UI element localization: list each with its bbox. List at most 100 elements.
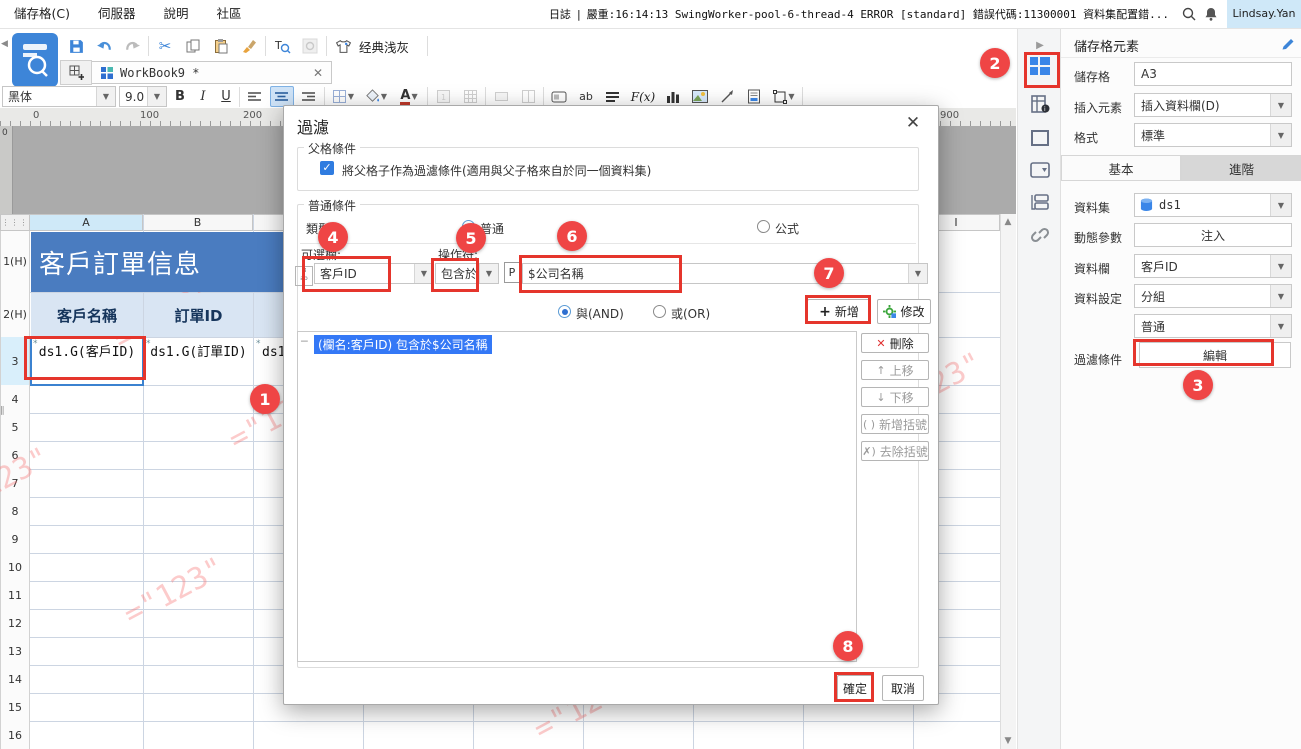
widget-settings-pane-icon[interactable] <box>1027 157 1053 183</box>
logic-and-radio[interactable] <box>558 305 571 318</box>
column-header-a[interactable]: A <box>30 214 143 231</box>
row-header[interactable]: 12 <box>0 609 30 638</box>
annotation-step-4: 4 <box>318 222 348 252</box>
row-header[interactable]: 2(H) <box>0 292 30 338</box>
format-painter-icon[interactable] <box>237 34 261 58</box>
status-log: 日誌 | 嚴重:16:14:13 SwingWorker-pool-6-thre… <box>549 0 1169 28</box>
row-header[interactable]: 4 <box>0 385 30 414</box>
theme-name-label[interactable]: 经典浅灰 <box>359 37 409 56</box>
type-formula-radio[interactable] <box>757 220 770 233</box>
cell-search-icon-disabled <box>298 34 322 58</box>
row-header[interactable]: 13 <box>0 637 30 666</box>
font-size-select[interactable]: 9.0▼ <box>119 86 167 107</box>
menubar-item[interactable]: 說明 <box>150 0 203 28</box>
align-left-button[interactable] <box>243 86 267 107</box>
dataset-select[interactable]: ds1▼ <box>1134 193 1292 217</box>
user-account-chip[interactable]: Lindsay.Yan <box>1227 0 1301 28</box>
cancel-button[interactable]: 取消 <box>882 675 924 701</box>
cell-marker-icon: * <box>256 339 261 349</box>
vertical-scrollbar[interactable] <box>1000 214 1016 749</box>
cell-ref-input[interactable]: A3 <box>1134 62 1292 86</box>
text-search-icon[interactable]: T <box>270 34 294 58</box>
cell-a2-header[interactable]: 客戶名稱 <box>31 293 143 337</box>
ruler-label: 0 <box>33 110 39 121</box>
group-submode-select[interactable]: 普通▼ <box>1134 314 1292 338</box>
tab-close-icon[interactable]: ✕ <box>313 66 323 80</box>
cell-attribute-pane-icon[interactable]: i <box>1027 91 1053 117</box>
notification-bell-icon[interactable] <box>1203 6 1219 22</box>
align-right-button[interactable] <box>297 86 321 107</box>
logic-or-radio[interactable] <box>653 305 666 318</box>
template-search-button[interactable] <box>12 33 58 87</box>
row-header[interactable]: 9 <box>0 525 30 554</box>
save-button[interactable] <box>64 34 88 58</box>
right-dock-strip: ▶ i <box>1017 29 1060 749</box>
edit-pencil-icon[interactable] <box>1281 37 1295 51</box>
row-header[interactable]: 15 <box>0 693 30 722</box>
type-formula-label[interactable]: 公式 <box>775 220 799 237</box>
row-header[interactable]: 5 <box>0 413 30 442</box>
chevron-down-icon: ▼ <box>1270 315 1291 337</box>
paste-icon[interactable] <box>209 34 233 58</box>
scroll-up-icon[interactable]: ▲ <box>1000 214 1016 230</box>
select-all-corner[interactable]: ⋮⋮⋮ <box>0 214 30 231</box>
condition-attributes-pane-icon[interactable] <box>1027 189 1053 215</box>
cell-b2-header[interactable]: 訂單ID <box>144 293 253 337</box>
side-button-label: 下移 <box>890 389 914 406</box>
underline-button[interactable]: U <box>216 89 236 104</box>
insert-element-select[interactable]: 插入資料欄(D)▼ <box>1134 93 1292 117</box>
menubar-item[interactable]: 伺服器 <box>84 0 150 28</box>
scroll-down-icon[interactable]: ▼ <box>1000 733 1016 749</box>
row-header[interactable]: 14 <box>0 665 30 694</box>
parent-filter-checkbox[interactable]: ✓ <box>320 161 334 175</box>
column-header-b[interactable]: B <box>143 214 253 231</box>
tab-basic[interactable]: 基本 <box>1061 155 1181 181</box>
group-mode-value: 分組 <box>1135 288 1270 305</box>
search-icon[interactable] <box>1181 6 1197 22</box>
filter-condition-label: 過濾條件 <box>1074 351 1122 368</box>
row-header[interactable]: 1(H) <box>0 231 30 293</box>
italic-button[interactable]: I <box>193 89 213 104</box>
workbook-tab[interactable]: WorkBook9 * ✕ <box>92 61 332 84</box>
font-family-select[interactable]: 黑体▼ <box>2 86 116 107</box>
ruler-label: 100 <box>140 110 159 121</box>
undo-button[interactable] <box>92 34 116 58</box>
parameter-button[interactable]: P <box>504 262 520 283</box>
format-select[interactable]: 標準▼ <box>1134 123 1292 147</box>
row-header[interactable]: 16 <box>0 721 30 749</box>
theme-tshirt-icon[interactable] <box>331 34 355 58</box>
cell-label: 儲存格 <box>1074 68 1110 85</box>
group-mode-select[interactable]: 分組▼ <box>1134 284 1292 308</box>
logic-and-label[interactable]: 與(AND) <box>576 305 624 322</box>
row-header[interactable]: 8 <box>0 497 30 526</box>
tab-advanced[interactable]: 進階 <box>1181 155 1301 181</box>
align-center-button[interactable] <box>270 86 294 107</box>
condition-item-selected[interactable]: (欄名:客戶ID) 包含於$公司名稱 <box>314 335 492 354</box>
new-worksheet-button[interactable] <box>60 60 92 85</box>
float-element-pane-icon[interactable] <box>1027 125 1053 151</box>
redo-button[interactable] <box>120 34 144 58</box>
inject-button[interactable]: 注入 <box>1134 223 1292 247</box>
menubar-item[interactable]: 社區 <box>203 0 256 28</box>
dialog-close-icon[interactable]: ✕ <box>902 112 924 134</box>
gear-icon <box>883 305 896 318</box>
row-header[interactable]: 11 <box>0 581 30 610</box>
parent-condition-group: 父格條件 ✓ 將父格子作為過濾條件(適用與父子格來自於同一個資料集) <box>297 147 919 191</box>
cell-b3-databinding[interactable]: ds1.G(訂單ID) <box>144 338 253 385</box>
splitter-handle[interactable]: ∥ <box>0 406 5 416</box>
dataset-label: 資料集 <box>1074 199 1110 216</box>
parent-filter-checkbox-label[interactable]: 將父格子作為過濾條件(適用與父子格來自於同一個資料集) <box>342 162 651 179</box>
menubar-item[interactable]: 儲存格(C) <box>0 0 84 28</box>
logic-or-label[interactable]: 或(OR) <box>671 305 710 322</box>
modify-condition-button[interactable]: 修改 <box>877 299 931 324</box>
bold-button[interactable]: B <box>170 89 190 104</box>
cut-icon[interactable]: ✂ <box>153 34 177 58</box>
copy-icon[interactable] <box>181 34 205 58</box>
row-header[interactable]: 10 <box>0 553 30 582</box>
side-button-label: 去除括號 <box>880 443 928 460</box>
condition-delete-button[interactable]: ✕刪除 <box>861 333 929 353</box>
data-column-select[interactable]: 客戶ID▼ <box>1134 254 1292 278</box>
collapse-left-panel-icon[interactable]: ◀ <box>1 39 8 49</box>
condition-list[interactable]: ─ (欄名:客戶ID) 包含於$公司名稱 <box>297 331 857 662</box>
hyperlink-pane-icon[interactable] <box>1027 221 1053 247</box>
